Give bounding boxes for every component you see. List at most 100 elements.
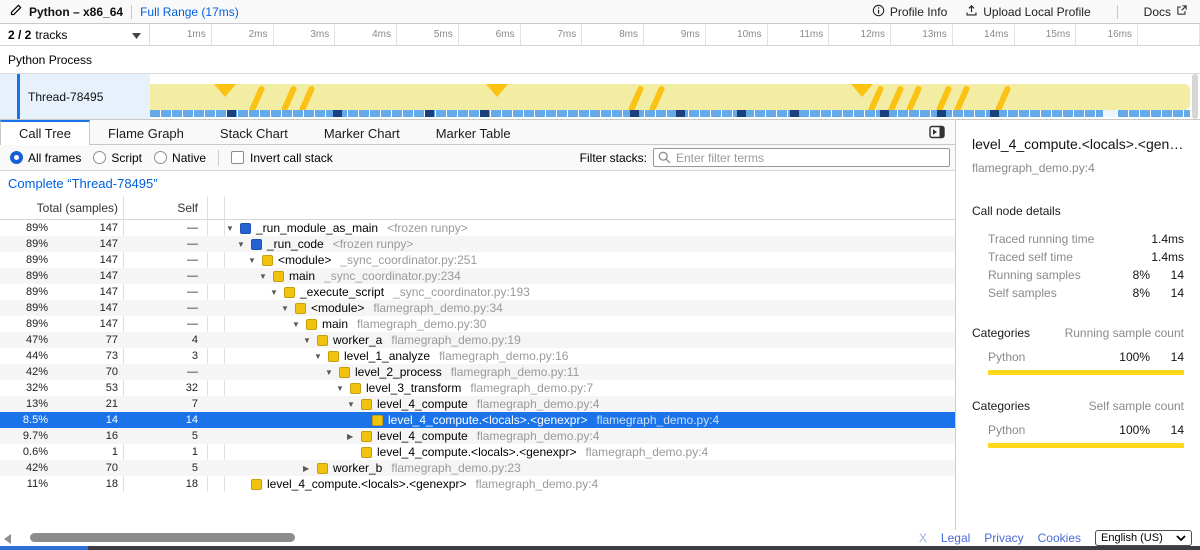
tab-stack-chart[interactable]: Stack Chart	[202, 120, 306, 144]
gc-minor-marker-icon[interactable]	[649, 85, 666, 110]
call-tree-row[interactable]: 89%147—▼main_sync_coordinator.py:234	[0, 268, 955, 284]
tab-flame-graph[interactable]: Flame Graph	[90, 120, 202, 144]
expand-arrow-icon[interactable]: ▶	[303, 464, 317, 473]
thread-activity-graph[interactable]	[150, 84, 1190, 110]
collapse-arrow-icon[interactable]: ▼	[303, 336, 317, 345]
call-tree-row[interactable]: 8.5%1414level_4_compute.<locals>.<genexp…	[0, 412, 955, 428]
upload-profile-button[interactable]: Upload Local Profile	[965, 4, 1090, 20]
cell-self-samples: 18	[126, 478, 198, 490]
gc-minor-marker-icon[interactable]	[906, 85, 923, 110]
tab-marker-chart[interactable]: Marker Chart	[306, 120, 418, 144]
call-tree-row[interactable]: 89%147—▼_run_module_as_main<frozen runpy…	[0, 220, 955, 236]
cell-function: ▼level_2_processflamegraph_demo.py:11	[226, 365, 579, 379]
tracks-dropdown-button[interactable]: 2 / 2 tracks	[0, 24, 150, 45]
sample-dark-segment	[790, 110, 799, 117]
ruler-tick: 13ms	[891, 24, 953, 45]
invert-call-stack-checkbox[interactable]: Invert call stack	[231, 151, 333, 165]
category-yellow-icon	[317, 335, 328, 346]
collapse-arrow-icon[interactable]: ▼	[270, 288, 284, 297]
cell-self-samples: 4	[126, 334, 198, 346]
sample-gap	[1103, 110, 1117, 117]
horizontal-scrollbar-thumb[interactable]	[30, 533, 295, 542]
track-thread[interactable]: Thread-78495	[0, 74, 1200, 119]
collapse-arrow-icon[interactable]: ▼	[248, 256, 262, 265]
footer-link-privacy[interactable]: Privacy	[984, 531, 1023, 545]
radio-native[interactable]: Native	[154, 151, 206, 165]
radio-label: All frames	[28, 151, 81, 165]
call-tree-row[interactable]: 89%147—▼<module>flamegraph_demo.py:34	[0, 300, 955, 316]
sample-dark-segment	[737, 110, 746, 117]
radio-all-frames[interactable]: All frames	[10, 151, 81, 165]
breadcrumb-complete-thread[interactable]: Complete “Thread-78495”	[8, 176, 158, 191]
thread-sample-strip[interactable]	[150, 110, 1190, 117]
footer-link-legal[interactable]: Legal	[941, 531, 970, 545]
gc-minor-marker-icon[interactable]	[628, 85, 645, 110]
call-tree-row[interactable]: 11%1818level_4_compute.<locals>.<genexpr…	[0, 476, 955, 492]
gc-minor-marker-icon[interactable]	[995, 85, 1012, 110]
bottom-edge-blue-segment	[0, 546, 88, 550]
collapse-arrow-icon[interactable]: ▼	[336, 384, 350, 393]
collapse-arrow-icon[interactable]: ▼	[325, 368, 339, 377]
ruler-tick: 7ms	[521, 24, 583, 45]
cell-total-percent: 32%	[0, 382, 48, 394]
gc-minor-marker-icon[interactable]	[936, 85, 953, 110]
category-name: Python	[972, 350, 1110, 364]
profile-info-button[interactable]: Profile Info	[872, 4, 947, 20]
track-vertical-scrollbar[interactable]	[1192, 74, 1198, 119]
collapse-arrow-icon[interactable]: ▼	[226, 224, 240, 233]
detail-value: 1.4ms	[1150, 250, 1184, 264]
radio-script[interactable]: Script	[93, 151, 142, 165]
gc-minor-marker-icon[interactable]	[954, 85, 971, 110]
call-tree-row[interactable]: 13%217▼level_4_computeflamegraph_demo.py…	[0, 396, 955, 412]
edit-profile-name-icon[interactable]	[10, 4, 22, 19]
gc-major-marker-icon[interactable]	[486, 84, 508, 97]
call-tree-row[interactable]: 9.7%165▶level_4_computeflamegraph_demo.p…	[0, 428, 955, 444]
tab-call-tree[interactable]: Call Tree	[0, 120, 90, 145]
call-tree-row[interactable]: 0.6%11level_4_compute.<locals>.<genexpr>…	[0, 444, 955, 460]
category-value: 14	[1150, 350, 1184, 364]
sidebar-function-title: level_4_compute.<locals>.<genexpr>	[972, 136, 1184, 152]
ruler-tick	[1138, 24, 1200, 45]
function-file: flamegraph_demo.py:23	[391, 461, 520, 475]
cell-self-samples: 5	[126, 430, 198, 442]
sidebar-toggle-button[interactable]	[929, 120, 955, 144]
scroll-left-arrow[interactable]	[4, 534, 11, 544]
call-tree-row[interactable]: 89%147—▼_execute_script_sync_coordinator…	[0, 284, 955, 300]
cell-total-samples: 77	[48, 334, 118, 346]
language-select[interactable]: English (US)	[1095, 530, 1192, 546]
call-tree-row[interactable]: 89%147—▼_run_code<frozen runpy>	[0, 236, 955, 252]
track-python-process[interactable]: Python Process	[0, 46, 1200, 74]
collapse-arrow-icon[interactable]: ▼	[292, 320, 306, 329]
bottom-edge-dark-bar	[88, 546, 1200, 550]
call-tree-row[interactable]: 42%705▶worker_bflamegraph_demo.py:23	[0, 460, 955, 476]
gc-minor-marker-icon[interactable]	[888, 85, 905, 110]
call-tree-row[interactable]: 44%733▼level_1_analyzeflamegraph_demo.py…	[0, 348, 955, 364]
full-range-button[interactable]: Full Range (17ms)	[140, 5, 239, 19]
collapse-arrow-icon[interactable]: ▼	[314, 352, 328, 361]
gc-minor-marker-icon[interactable]	[249, 85, 266, 110]
gc-minor-marker-icon[interactable]	[299, 85, 316, 110]
call-tree-row[interactable]: 42%70—▼level_2_processflamegraph_demo.py…	[0, 364, 955, 380]
gc-major-marker-icon[interactable]	[851, 84, 873, 97]
call-tree-row[interactable]: 89%147—▼<module>_sync_coordinator.py:251	[0, 252, 955, 268]
docs-button[interactable]: Docs	[1144, 4, 1188, 19]
call-tree-row[interactable]: 32%5332▼level_3_transformflamegraph_demo…	[0, 380, 955, 396]
tab-marker-table[interactable]: Marker Table	[418, 120, 529, 144]
gc-major-marker-icon[interactable]	[214, 84, 236, 97]
collapse-arrow-icon[interactable]: ▼	[347, 400, 361, 409]
expand-arrow-icon[interactable]: ▶	[347, 432, 361, 441]
gc-minor-marker-icon[interactable]	[281, 85, 298, 110]
collapse-arrow-icon[interactable]: ▼	[237, 240, 251, 249]
thread-label: Thread-78495	[28, 74, 103, 119]
footer-x-link[interactable]: X	[919, 531, 927, 545]
filter-stacks-input[interactable]	[653, 148, 950, 167]
collapse-arrow-icon[interactable]: ▼	[259, 272, 273, 281]
function-file: flamegraph_demo.py:4	[475, 477, 598, 491]
cell-total-samples: 147	[48, 222, 118, 234]
call-tree-row[interactable]: 47%774▼worker_aflamegraph_demo.py:19	[0, 332, 955, 348]
footer-link-cookies[interactable]: Cookies	[1038, 531, 1081, 545]
call-tree-row[interactable]: 89%147—▼mainflamegraph_demo.py:30	[0, 316, 955, 332]
cell-function: ▼mainflamegraph_demo.py:30	[226, 317, 486, 331]
collapse-arrow-icon[interactable]: ▼	[281, 304, 295, 313]
categories-heading: Categories	[972, 326, 1030, 340]
